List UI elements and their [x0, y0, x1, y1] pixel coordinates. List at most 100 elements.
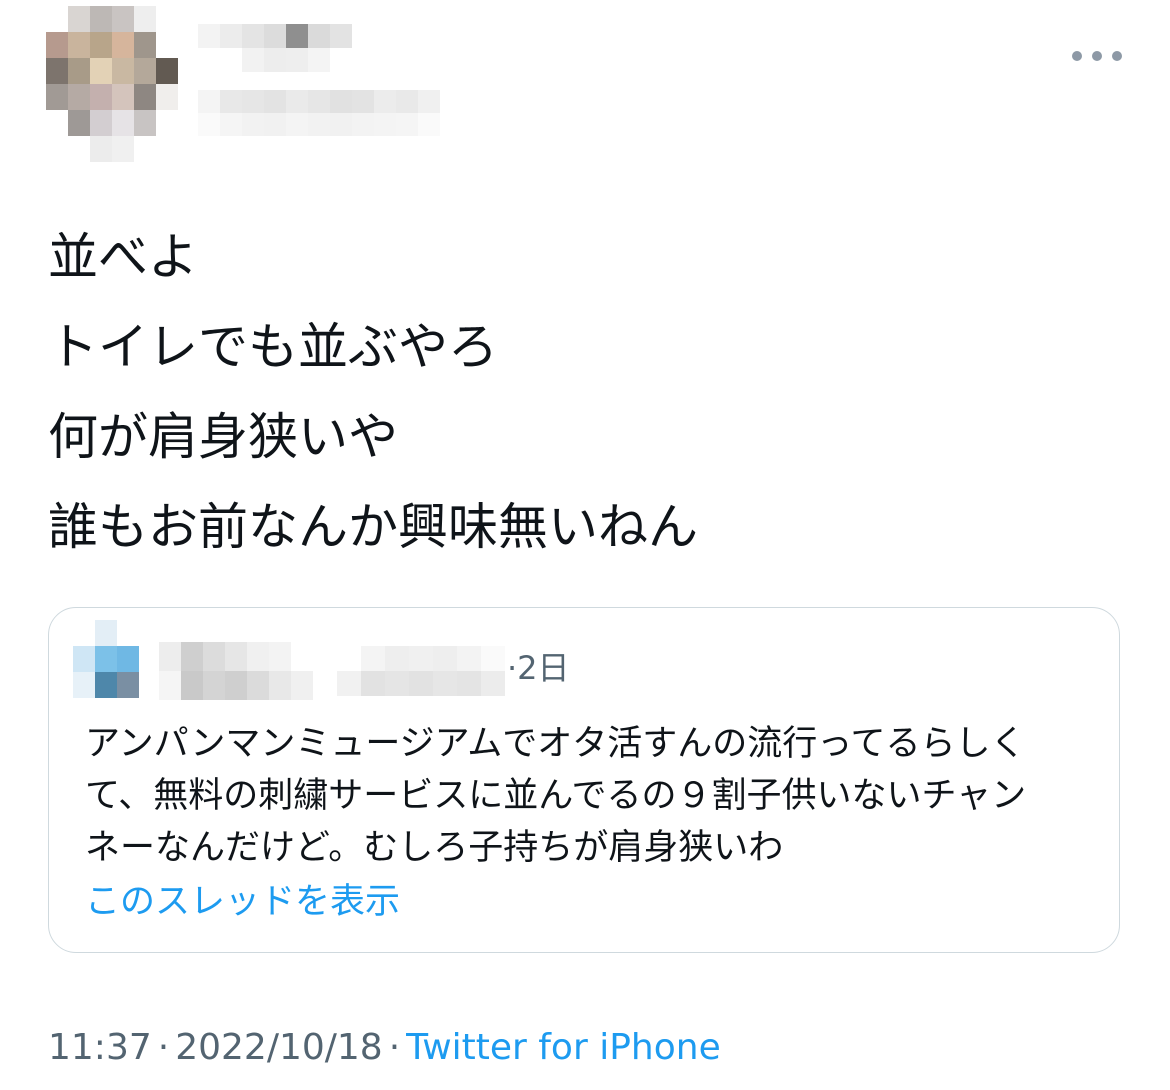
mosaic-cell — [308, 113, 330, 136]
mosaic-cell — [352, 113, 374, 136]
mosaic-cell — [481, 646, 505, 671]
mosaic-cell — [95, 672, 117, 698]
mosaic-cell — [156, 136, 178, 162]
mosaic-cell — [361, 646, 385, 671]
mosaic-cell — [134, 110, 156, 136]
mosaic-cell — [112, 32, 134, 58]
tweet-time[interactable]: 11:37 — [48, 1027, 152, 1068]
mosaic-cell — [242, 113, 264, 136]
mosaic-cell — [264, 24, 286, 48]
mosaic-cell — [286, 48, 308, 72]
mosaic-cell — [308, 24, 330, 48]
mosaic-cell — [198, 24, 220, 48]
mosaic-cell — [156, 58, 178, 84]
more-options-button[interactable] — [1072, 44, 1122, 68]
mosaic-cell — [156, 32, 178, 58]
mosaic-cell — [68, 58, 90, 84]
mosaic-cell — [46, 32, 68, 58]
mosaic-cell — [457, 671, 481, 696]
mosaic-cell — [433, 646, 457, 671]
mosaic-cell — [198, 48, 220, 72]
mosaic-cell — [457, 646, 481, 671]
mosaic-cell — [68, 110, 90, 136]
separator: · — [157, 1027, 170, 1068]
avatar[interactable] — [46, 6, 178, 162]
mosaic-cell — [68, 84, 90, 110]
mosaic-cell — [117, 672, 139, 698]
tweet-text-line: 何が肩身狭いや — [48, 408, 398, 466]
tweet-text-line: 並べよ — [48, 228, 198, 286]
quoted-display-name — [159, 642, 315, 700]
mosaic-cell — [90, 6, 112, 32]
mosaic-cell — [134, 32, 156, 58]
mosaic-cell — [242, 90, 264, 113]
mosaic-cell — [286, 113, 308, 136]
mosaic-cell — [264, 113, 286, 136]
mosaic-cell — [264, 90, 286, 113]
mosaic-cell — [330, 24, 352, 48]
mosaic-cell — [291, 671, 313, 700]
tweet-metadata: 11:37 · 2022/10/18 · Twitter for iPhone — [48, 1024, 721, 1072]
quoted-text-line: ネーなんだけど。むしろ子持ちが肩身狭いわ — [85, 828, 784, 868]
more-horizontal-icon — [1092, 51, 1102, 61]
tweet-text-line: トイレでも並ぶやろ — [48, 318, 498, 376]
mosaic-cell — [337, 646, 361, 671]
mosaic-cell — [68, 6, 90, 32]
mosaic-cell — [352, 90, 374, 113]
tweet-source-link[interactable]: Twitter for iPhone — [406, 1027, 721, 1068]
mosaic-cell — [95, 620, 117, 646]
mosaic-cell — [156, 84, 178, 110]
mosaic-cell — [198, 90, 220, 113]
show-thread-link[interactable]: このスレッドを表示 — [85, 876, 400, 928]
mosaic-cell — [90, 32, 112, 58]
mosaic-cell — [90, 84, 112, 110]
mosaic-cell — [112, 110, 134, 136]
mosaic-cell — [481, 671, 505, 696]
mosaic-cell — [433, 671, 457, 696]
mosaic-cell — [264, 48, 286, 72]
mosaic-cell — [181, 671, 203, 700]
mosaic-cell — [409, 646, 433, 671]
tweet-date[interactable]: 2022/10/18 — [175, 1027, 383, 1068]
mosaic-cell — [73, 620, 95, 646]
quoted-avatar[interactable] — [73, 620, 139, 700]
mosaic-cell — [361, 671, 385, 696]
author-display-name[interactable] — [198, 24, 354, 72]
mosaic-cell — [159, 671, 181, 700]
mosaic-cell — [409, 671, 433, 696]
quoted-tweet-text: アンパンマンミュージアムでオタ活すんの流行ってるらしく て、無料の刺繍サービスに… — [85, 718, 1095, 874]
mosaic-cell — [418, 113, 440, 136]
more-horizontal-icon — [1072, 51, 1082, 61]
mosaic-cell — [134, 84, 156, 110]
mosaic-cell — [330, 48, 352, 72]
mosaic-cell — [90, 136, 112, 162]
mosaic-cell — [269, 671, 291, 700]
author-handle[interactable] — [198, 90, 442, 136]
mosaic-cell — [68, 32, 90, 58]
mosaic-cell — [156, 6, 178, 32]
quoted-tweet-card[interactable]: ·2日 アンパンマンミュージアムでオタ活すんの流行ってるらしく て、無料の刺繍サ… — [48, 607, 1120, 953]
mosaic-cell — [385, 646, 409, 671]
mosaic-cell — [46, 110, 68, 136]
mosaic-cell — [220, 113, 242, 136]
quoted-handle — [337, 646, 505, 696]
mosaic-cell — [134, 58, 156, 84]
mosaic-cell — [134, 6, 156, 32]
mosaic-cell — [112, 84, 134, 110]
mosaic-cell — [46, 84, 68, 110]
mosaic-cell — [225, 671, 247, 700]
mosaic-cell — [203, 671, 225, 700]
mosaic-cell — [220, 48, 242, 72]
mosaic-cell — [308, 48, 330, 72]
separator: · — [388, 1027, 401, 1068]
quoted-text-line: て、無料の刺繍サービスに並んでるの９割子供いないチャン — [85, 776, 1027, 816]
mosaic-cell — [291, 642, 313, 671]
mosaic-cell — [247, 671, 269, 700]
mosaic-cell — [269, 642, 291, 671]
more-horizontal-icon — [1112, 51, 1122, 61]
mosaic-cell — [156, 110, 178, 136]
mosaic-cell — [117, 620, 139, 646]
mosaic-cell — [90, 110, 112, 136]
mosaic-cell — [242, 48, 264, 72]
mosaic-cell — [112, 136, 134, 162]
